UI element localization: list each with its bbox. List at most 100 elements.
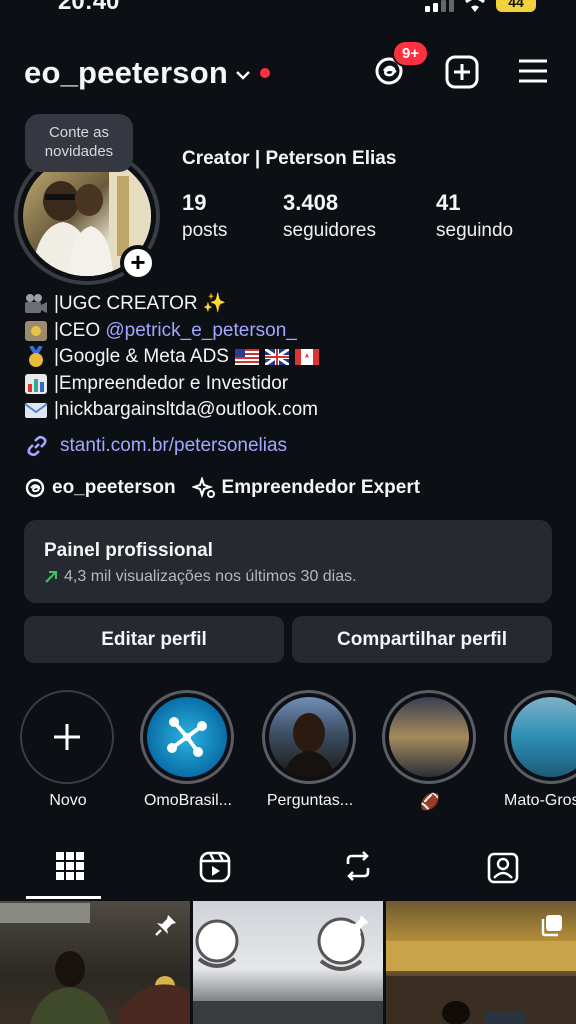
bank-icon <box>25 320 47 341</box>
bio-line-3: |Google & Meta ADS <box>54 346 229 367</box>
header-actions: 9+ <box>372 40 552 90</box>
stat-posts-value: 19 <box>182 190 207 215</box>
stat-following-value: 41 <box>436 190 461 215</box>
bio-line: |nickbargainsltda@outlook.com <box>24 397 319 424</box>
highlight-cover <box>147 697 227 777</box>
pin-icon <box>348 915 369 936</box>
highlight-item[interactable]: 🏈 <box>382 690 478 812</box>
bio-mention-link[interactable]: @petrick_e_peterson_ <box>105 320 296 341</box>
bio-line: |UGC CREATOR ✨ <box>24 291 319 318</box>
threads-button[interactable]: 9+ <box>372 40 430 90</box>
profile-link-text: stanti.com.br/petersonelias <box>60 435 288 456</box>
bio-line-1: |UGC CREATOR ✨ <box>54 293 227 314</box>
threads-handle: eo_peeterson <box>52 477 176 498</box>
tagged-user-icon <box>487 852 519 884</box>
grid-icon <box>56 852 84 880</box>
stat-followers-value: 3.408 <box>283 190 339 215</box>
tab-reposts[interactable] <box>342 850 378 886</box>
highlight-ring <box>20 690 114 784</box>
highlight-cover <box>511 697 576 777</box>
profile-tags: eo_peeterson Empreendedor Expert <box>24 477 420 499</box>
status-time: 20:40 <box>58 0 120 14</box>
bio-line: |Google & Meta ADS <box>24 344 319 371</box>
status-bar: 20:40 44 <box>0 0 576 14</box>
professional-dashboard[interactable]: Painel profissional 4,3 mil visualizaçõe… <box>24 520 552 603</box>
profile-link[interactable]: stanti.com.br/petersonelias <box>24 433 287 459</box>
profile-tabs <box>0 838 576 900</box>
highlight-ring <box>262 690 356 784</box>
highlight-new[interactable]: Novo <box>20 690 116 810</box>
highlight-ring <box>504 690 576 784</box>
trend-up-icon <box>45 571 57 583</box>
highlight-ring <box>140 690 234 784</box>
highlight-item[interactable]: OmoBrasil... <box>140 690 236 810</box>
add-story-button[interactable]: + <box>120 245 156 281</box>
menu-button[interactable] <box>516 54 552 90</box>
battery-indicator: 44 <box>496 0 536 12</box>
plus-icon <box>54 724 80 750</box>
highlight-label: 🏈 <box>420 794 440 811</box>
movie-camera-icon <box>25 294 47 314</box>
highlight-ring <box>382 690 476 784</box>
threads-icon <box>25 478 45 498</box>
new-activity-dot <box>259 68 270 78</box>
canada-flag-icon <box>294 349 319 366</box>
stat-posts-label: posts <box>182 220 228 241</box>
stat-posts[interactable]: 19 posts <box>182 190 227 242</box>
reels-icon <box>199 851 231 883</box>
create-button[interactable] <box>444 54 480 90</box>
expert-badge-tag[interactable]: Empreendedor Expert <box>191 477 421 499</box>
post-thumbnail[interactable] <box>193 901 383 1024</box>
edit-profile-button[interactable]: Editar perfil <box>24 616 284 663</box>
stat-followers-label: seguidores <box>283 220 376 241</box>
highlight-cover <box>389 697 469 777</box>
dashboard-subtitle-row: 4,3 mil visualizações nos últimos 30 dia… <box>44 568 532 586</box>
medal-icon <box>29 346 43 368</box>
active-tab-indicator <box>26 896 101 899</box>
stat-following[interactable]: 41 seguindo <box>436 190 513 242</box>
highlight-item[interactable]: Perguntas... <box>262 690 358 810</box>
highlight-item[interactable]: Mato-Gros <box>504 690 576 810</box>
highlight-label: Mato-Gros <box>504 792 576 809</box>
bio-line-5: |nickbargainsltda@outlook.com <box>54 399 318 420</box>
tab-posts-grid[interactable] <box>54 850 90 886</box>
story-highlights: Novo OmoBrasil... Perguntas... 🏈 Mato-Gr… <box>0 690 576 820</box>
tab-tagged[interactable] <box>486 850 522 886</box>
wifi-icon <box>465 0 485 12</box>
post-thumbnail[interactable] <box>386 901 576 1024</box>
username-switcher[interactable]: eo_peeterson <box>24 55 228 91</box>
carousel-icon <box>541 915 562 937</box>
threads-profile-tag[interactable]: eo_peeterson <box>24 477 176 499</box>
stat-followers[interactable]: 3.408 seguidores <box>283 190 376 242</box>
plus-square-icon <box>445 55 479 89</box>
profile-bio: |UGC CREATOR ✨ |CEO @petrick_e_peterson_… <box>24 291 319 424</box>
bio-line: |Empreendedor e Investidor <box>24 371 319 398</box>
molecule-logo-icon <box>167 717 207 757</box>
uk-flag-icon <box>264 349 289 366</box>
highlight-label: Novo <box>49 792 87 809</box>
dashboard-subtitle: 4,3 mil visualizações nos últimos 30 dia… <box>64 568 357 585</box>
highlight-cover <box>269 697 349 777</box>
dashboard-title: Painel profissional <box>44 540 213 561</box>
status-icons: 44 <box>425 0 536 12</box>
bio-line-4: |Empreendedor e Investidor <box>54 372 289 394</box>
chevron-down-icon[interactable] <box>236 70 250 80</box>
bio-line: |CEO @petrick_e_peterson_ <box>24 318 319 345</box>
portrait-thumbnail <box>283 713 335 777</box>
tab-reels[interactable] <box>198 850 234 886</box>
sparkle-badge-icon <box>191 477 215 499</box>
us-flag-icon <box>234 349 259 366</box>
envelope-icon <box>24 403 48 419</box>
notes-tooltip[interactable]: Conte as novidades <box>25 114 133 172</box>
chart-icon <box>25 373 47 394</box>
bio-line-2: |CEO <box>54 319 106 341</box>
profile-header: eo_peeterson 9+ <box>24 40 552 96</box>
hamburger-menu-icon <box>519 59 547 83</box>
profile-name: Creator | Peterson Elias <box>182 148 397 169</box>
post-thumbnail[interactable] <box>0 901 190 1024</box>
highlight-label: OmoBrasil... <box>143 792 232 809</box>
stat-following-label: seguindo <box>436 220 514 241</box>
expert-badge-label: Empreendedor Expert <box>221 477 421 498</box>
share-profile-button[interactable]: Compartilhar perfil <box>292 616 552 663</box>
link-icon <box>27 435 47 457</box>
